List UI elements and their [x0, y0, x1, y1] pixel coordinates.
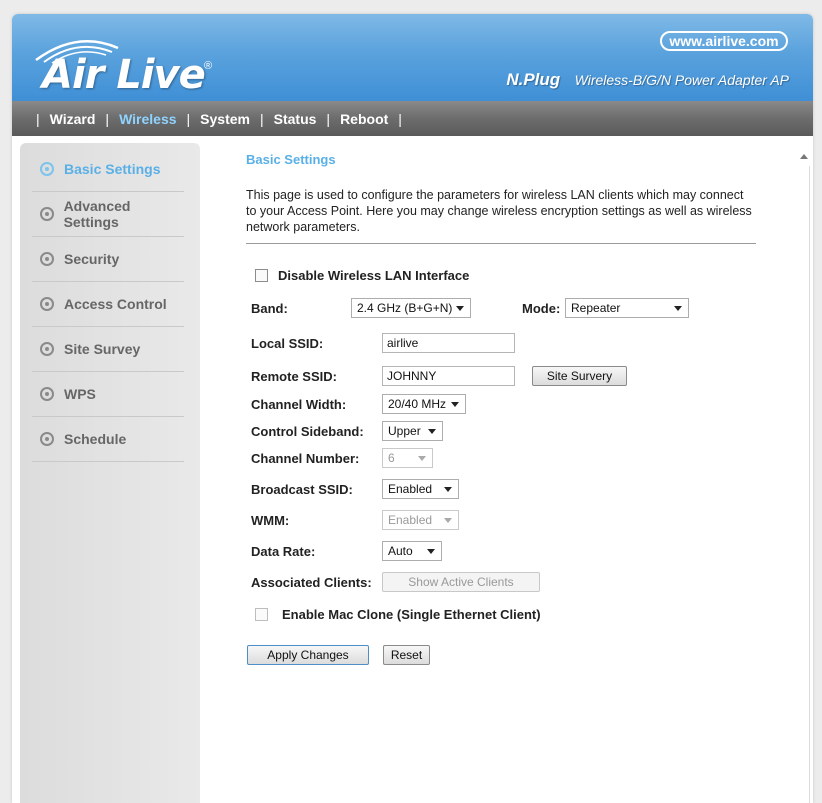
top-nav-bar: | Wizard | Wireless | System | Status | … [12, 101, 813, 136]
wmm-row: WMM: Enabled [251, 510, 459, 530]
sidebar-item-wps[interactable]: WPS [32, 372, 184, 417]
data-rate-select[interactable]: Auto [382, 541, 442, 561]
disable-wlan-checkbox[interactable] [255, 269, 268, 282]
band-label: Band: [251, 300, 288, 316]
channel-width-select[interactable]: 20/40 MHz [382, 394, 466, 414]
control-sideband-row: Control Sideband: Upper [251, 421, 443, 441]
wmm-select[interactable]: Enabled [382, 510, 459, 530]
sidebar-item-site-survey[interactable]: Site Survey [32, 327, 184, 372]
registered-mark: ® [204, 60, 213, 72]
product-description: Wireless-B/G/N Power Adapter AP [574, 72, 789, 88]
data-rate-row: Data Rate: Auto [251, 541, 442, 561]
remote-ssid-row: Remote SSID: JOHNNY Site Survery [251, 366, 627, 386]
apply-changes-button[interactable]: Apply Changes [247, 645, 369, 665]
sidebar-item-label: Schedule [64, 431, 127, 447]
site-survey-button[interactable]: Site Survery [532, 366, 627, 386]
broadcast-ssid-select[interactable]: Enabled [382, 479, 459, 499]
local-ssid-label: Local SSID: [251, 335, 324, 351]
channel-number-select[interactable]: 6 [382, 448, 433, 468]
product-name: N.Plug [506, 70, 561, 89]
nav-system[interactable]: System [200, 111, 250, 127]
sidebar-item-advanced-settings[interactable]: Advanced Settings [32, 192, 184, 237]
airlive-logo: Air Live [42, 52, 206, 98]
page-description: This page is used to configure the param… [246, 187, 756, 244]
channel-width-row: Channel Width: 20/40 MHz [251, 394, 466, 414]
main-content: Basic Settings This page is used to conf… [246, 152, 756, 244]
local-ssid-input[interactable]: airlive [382, 333, 515, 353]
sidebar-item-security[interactable]: Security [32, 237, 184, 282]
mode-label: Mode: [522, 300, 561, 316]
broadcast-ssid-row: Broadcast SSID: Enabled [251, 479, 459, 499]
nav-separator: | [398, 110, 402, 127]
sidebar-item-label: Security [64, 251, 120, 267]
channel-number-label: Channel Number: [251, 450, 360, 466]
disable-wlan-label: Disable Wireless LAN Interface [278, 268, 470, 283]
radio-bullet-icon [40, 387, 54, 401]
nav-reboot[interactable]: Reboot [340, 111, 388, 127]
mac-clone-label: Enable Mac Clone (Single Ethernet Client… [282, 607, 541, 622]
page-title: Basic Settings [246, 152, 336, 167]
nav-separator: | [259, 110, 264, 127]
website-badge[interactable]: www.airlive.com [660, 31, 788, 51]
header-banner: Air Live ® www.airlive.com N.Plug Wirele… [12, 14, 813, 101]
nav-separator: | [36, 110, 40, 127]
nav-wireless[interactable]: Wireless [119, 111, 176, 127]
nav-wizard[interactable]: Wizard [50, 111, 96, 127]
radio-bullet-icon [40, 342, 54, 356]
mac-clone-checkbox[interactable] [255, 608, 268, 621]
nav-separator: | [186, 110, 191, 127]
remote-ssid-label: Remote SSID: [251, 368, 337, 384]
channel-width-label: Channel Width: [251, 396, 347, 412]
band-row: Band: 2.4 GHz (B+G+N) [251, 298, 471, 318]
nav-status[interactable]: Status [274, 111, 317, 127]
reset-button[interactable]: Reset [383, 645, 430, 665]
wmm-label: WMM: [251, 512, 290, 528]
show-active-clients-button[interactable]: Show Active Clients [382, 572, 540, 592]
mode-select[interactable]: Repeater [565, 298, 689, 318]
sidebar-item-basic-settings[interactable]: Basic Settings [32, 147, 184, 192]
radio-bullet-icon [40, 162, 54, 176]
radio-bullet-icon [40, 207, 54, 221]
sidebar: Basic Settings Advanced Settings Securit… [20, 143, 200, 803]
nav-separator: | [105, 110, 110, 127]
disable-wlan-row: Disable Wireless LAN Interface [255, 268, 469, 283]
mode-row: Mode: Repeater [522, 298, 689, 318]
sidebar-item-access-control[interactable]: Access Control [32, 282, 184, 327]
form-actions: Apply Changes Reset [247, 645, 430, 665]
sidebar-item-label: WPS [64, 386, 96, 402]
sidebar-item-label: Basic Settings [64, 161, 161, 177]
vertical-scrollbar[interactable] [809, 166, 810, 803]
product-line: N.Plug Wireless-B/G/N Power Adapter AP [506, 70, 789, 90]
sidebar-item-label: Access Control [64, 296, 167, 312]
control-sideband-select[interactable]: Upper [382, 421, 443, 441]
sidebar-item-label: Site Survey [64, 341, 141, 357]
radio-bullet-icon [40, 297, 54, 311]
associated-clients-row: Associated Clients: Show Active Clients [251, 572, 540, 592]
scroll-up-arrow-icon[interactable] [800, 154, 808, 159]
radio-bullet-icon [40, 252, 54, 266]
data-rate-label: Data Rate: [251, 543, 316, 559]
remote-ssid-input[interactable]: JOHNNY [382, 366, 515, 386]
control-sideband-label: Control Sideband: [251, 423, 364, 439]
channel-number-row: Channel Number: 6 [251, 448, 433, 468]
nav-separator: | [326, 110, 331, 127]
associated-clients-label: Associated Clients: [251, 574, 372, 590]
radio-bullet-icon [40, 432, 54, 446]
mac-clone-row: Enable Mac Clone (Single Ethernet Client… [255, 607, 541, 622]
broadcast-ssid-label: Broadcast SSID: [251, 481, 353, 497]
router-admin-window: Air Live ® www.airlive.com N.Plug Wirele… [12, 14, 813, 803]
band-select[interactable]: 2.4 GHz (B+G+N) [351, 298, 471, 318]
sidebar-item-label: Advanced Settings [63, 198, 131, 230]
local-ssid-row: Local SSID: airlive [251, 333, 515, 353]
sidebar-item-schedule[interactable]: Schedule [32, 417, 184, 462]
